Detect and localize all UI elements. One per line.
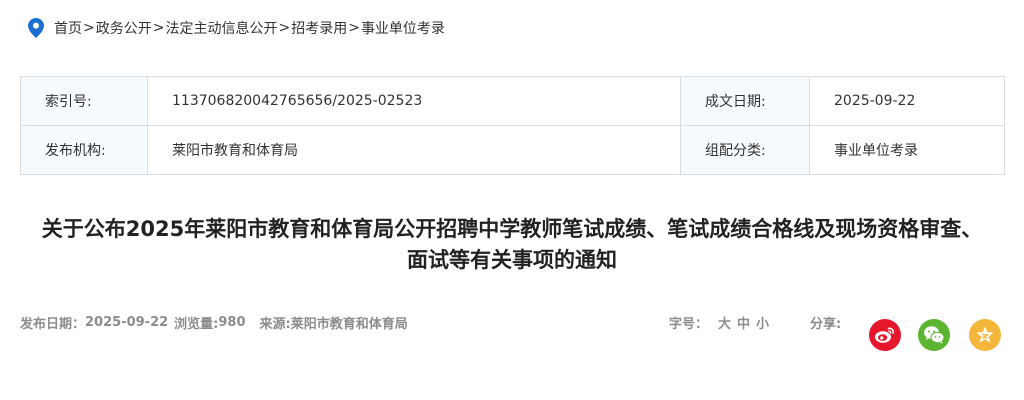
share-label: 分享: xyxy=(810,316,842,332)
index-label: 索引号: xyxy=(20,76,148,126)
breadcrumb-home[interactable]: 首页 xyxy=(54,18,82,38)
date-label: 成文日期: xyxy=(680,76,810,126)
font-size-controls: 字号： 大 中 小 xyxy=(669,312,769,332)
font-size-medium-button[interactable]: 中 xyxy=(737,313,750,332)
breadcrumb-legal-disclosure[interactable]: 法定主动信息公开 xyxy=(165,18,277,38)
breadcrumb-gov-affairs[interactable]: 政务公开 xyxy=(96,18,152,38)
article-title-line-2: 面试等有关事项的通知 xyxy=(407,248,617,272)
breadcrumb-recruitment[interactable]: 招考录用 xyxy=(291,18,347,38)
category-label: 组配分类: xyxy=(680,125,810,175)
breadcrumb-separator: > xyxy=(83,20,95,36)
publish-date-label: 发布日期： xyxy=(20,316,86,332)
article-title-line-1: 关于公布2025年莱阳市教育和体育局公开招聘中学教师笔试成绩、笔试成绩合格线及现… xyxy=(41,217,983,241)
font-size-label: 字号： xyxy=(669,316,709,332)
wechat-icon xyxy=(923,325,945,345)
date-value: 2025-09-22 xyxy=(809,76,1005,126)
location-pin-icon xyxy=(28,18,44,38)
source-label: 来源: xyxy=(259,316,291,332)
publish-date: 2025-09-22 xyxy=(85,314,169,330)
source-value: 莱阳市教育和体育局 xyxy=(290,316,408,332)
meta-row: 发布机构: 莱阳市教育和体育局 组配分类: 事业单位考录 xyxy=(20,125,1005,175)
document-meta-table: 索引号: 113706820042765656/2025-02523 成文日期:… xyxy=(20,76,1005,175)
font-size-small-button[interactable]: 小 xyxy=(756,313,769,332)
breadcrumb: 首页 > 政务公开 > 法定主动信息公开 > 招考录用 > 事业单位考录 xyxy=(28,16,445,40)
meta-row: 索引号: 113706820042765656/2025-02523 成文日期:… xyxy=(20,76,1005,126)
org-value: 莱阳市教育和体育局 xyxy=(147,125,681,175)
share-qzone-button[interactable] xyxy=(969,319,1001,351)
category-value: 事业单位考录 xyxy=(809,125,1005,175)
org-label: 发布机构: xyxy=(20,125,148,175)
breadcrumb-public-institution-exam[interactable]: 事业单位考录 xyxy=(361,18,445,38)
breadcrumb-separator: > xyxy=(348,20,360,36)
share-weibo-button[interactable] xyxy=(869,319,901,351)
article-title: 关于公布2025年莱阳市教育和体育局公开招聘中学教师笔试成绩、笔试成绩合格线及现… xyxy=(20,214,1004,276)
weibo-icon xyxy=(874,326,896,344)
views-count: 980 xyxy=(218,314,246,330)
breadcrumb-separator: > xyxy=(152,20,165,36)
index-value: 113706820042765656/2025-02523 xyxy=(147,76,681,126)
share-wechat-button[interactable] xyxy=(918,319,950,351)
breadcrumb-separator: > xyxy=(278,20,291,36)
font-size-large-button[interactable]: 大 xyxy=(718,313,731,332)
article-info: 发布日期： 2025-09-22 浏览量: 980 来源: 莱阳市教育和体育局 xyxy=(20,312,408,332)
views-label: 浏览量: xyxy=(174,316,219,332)
qzone-icon xyxy=(975,325,995,345)
